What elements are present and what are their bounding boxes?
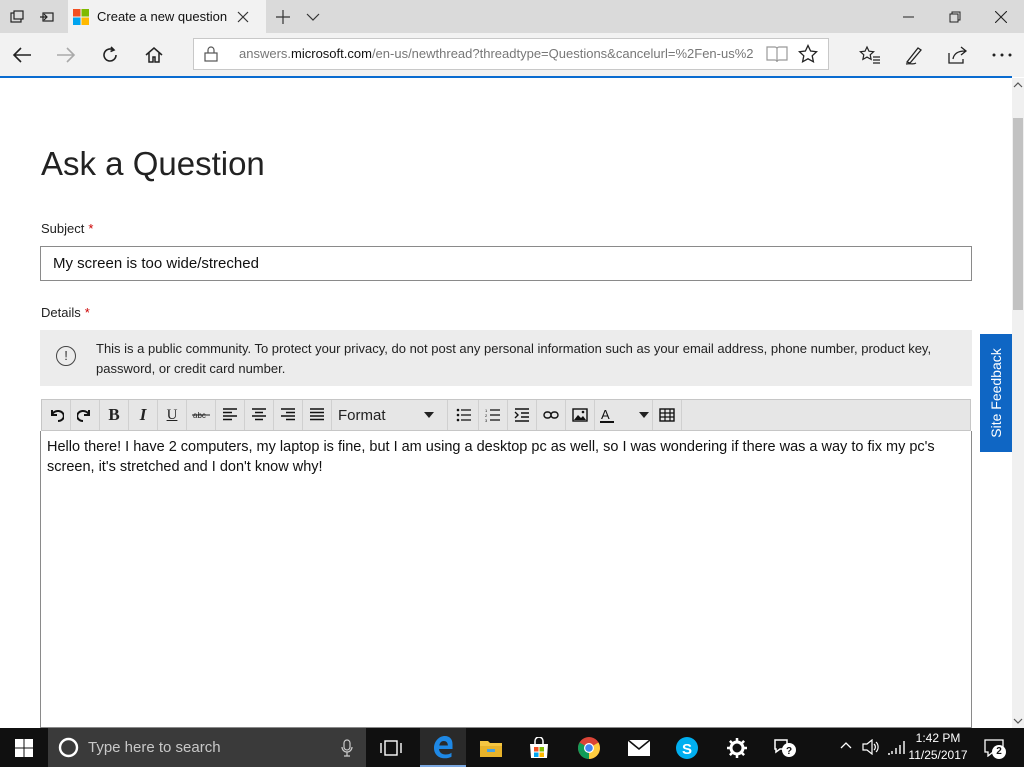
bullet-list-icon[interactable] [450, 400, 479, 430]
scroll-down-arrow-icon[interactable] [1013, 716, 1023, 726]
microsoft-logo-icon [73, 8, 89, 25]
close-tab-icon[interactable] [237, 11, 249, 23]
forward-arrow-icon[interactable] [44, 33, 88, 77]
privacy-notice: ! This is a public community. To protect… [40, 330, 972, 386]
new-tab-icon[interactable] [266, 0, 300, 33]
format-dropdown-label: Format [338, 406, 386, 424]
refresh-icon[interactable] [88, 33, 132, 77]
details-editor[interactable]: Hello there! I have 2 computers, my lapt… [40, 431, 972, 728]
mail-icon[interactable] [616, 728, 662, 767]
taskbar-clock[interactable]: 1:42 PM 11/25/2017 [900, 730, 976, 764]
more-options-icon[interactable] [980, 33, 1024, 77]
active-tab[interactable]: Create a new question c [68, 0, 266, 33]
microphone-icon[interactable] [341, 739, 353, 757]
numbered-list-icon[interactable]: 123 [479, 400, 508, 430]
minimize-icon[interactable] [886, 0, 932, 33]
tab-list-chevron-icon[interactable] [296, 0, 330, 33]
info-exclamation-icon: ! [56, 346, 76, 366]
scroll-thumb[interactable] [1013, 118, 1023, 310]
editor-text: Hello there! I have 2 computers, my lapt… [47, 439, 935, 475]
search-placeholder: Type here to search [88, 739, 221, 756]
volume-icon[interactable] [862, 739, 880, 755]
details-label: Details * [41, 305, 90, 320]
feedback-hub-icon[interactable]: ? [762, 728, 808, 767]
justify-icon[interactable] [303, 400, 332, 430]
edge-browser-icon[interactable] [420, 728, 466, 767]
settings-gear-icon[interactable] [714, 728, 760, 767]
subject-label: Subject * [41, 221, 94, 236]
taskbar-search-box[interactable]: Type here to search [48, 728, 366, 767]
restore-icon[interactable] [932, 0, 978, 33]
subject-input[interactable] [40, 246, 972, 281]
page-title: Ask a Question [41, 145, 265, 182]
privacy-notice-text: This is a public community. To protect y… [96, 341, 932, 376]
align-right-icon[interactable] [274, 400, 303, 430]
editor-toolbar: B I U abc Format 123 A [41, 399, 971, 431]
svg-text:S: S [682, 741, 692, 758]
site-feedback-button[interactable]: Site Feedback [980, 334, 1012, 452]
close-window-icon[interactable] [978, 0, 1024, 33]
scroll-up-arrow-icon[interactable] [1013, 80, 1023, 90]
format-dropdown[interactable]: Format [332, 400, 448, 430]
table-icon[interactable] [653, 400, 682, 430]
address-bar-accent-line [0, 76, 1012, 78]
windows-start-icon[interactable] [0, 728, 48, 767]
home-icon[interactable] [132, 33, 176, 77]
store-icon[interactable] [516, 728, 562, 767]
svg-text:3: 3 [485, 418, 488, 422]
dropdown-arrow-icon [424, 412, 434, 418]
clock-date: 11/25/2017 [908, 748, 968, 762]
align-left-icon[interactable] [216, 400, 245, 430]
reading-view-icon[interactable] [766, 45, 788, 63]
indent-icon[interactable] [508, 400, 537, 430]
task-view-icon[interactable] [368, 728, 414, 767]
tab-title: Create a new question c [97, 9, 227, 24]
file-explorer-icon[interactable] [468, 728, 514, 767]
image-icon[interactable] [566, 400, 595, 430]
svg-text:A: A [601, 407, 610, 422]
required-mark: * [88, 221, 94, 236]
notification-count-badge: 2 [992, 745, 1006, 759]
action-center-icon[interactable]: 2 [984, 739, 1006, 759]
chrome-icon[interactable] [566, 728, 612, 767]
site-feedback-label: Site Feedback [988, 348, 1004, 438]
tab-preview-icon[interactable] [0, 0, 34, 33]
clock-time: 1:42 PM [915, 731, 961, 745]
required-mark: * [84, 305, 90, 320]
bold-icon[interactable]: B [100, 400, 129, 430]
align-center-icon[interactable] [245, 400, 274, 430]
undo-icon[interactable] [42, 400, 71, 430]
strikethrough-icon[interactable]: abc [187, 400, 216, 430]
font-color-dropdown[interactable]: A [595, 400, 653, 430]
link-icon[interactable] [537, 400, 566, 430]
share-icon[interactable] [936, 33, 980, 77]
favorite-star-icon[interactable] [798, 44, 818, 64]
font-color-icon: A [599, 407, 615, 423]
svg-text:?: ? [786, 746, 792, 757]
skype-icon[interactable]: S [664, 728, 710, 767]
dropdown-arrow-icon [639, 412, 649, 418]
redo-icon[interactable] [71, 400, 100, 430]
url-text: answers.microsoft.com/en-us/newthread?th… [239, 46, 754, 61]
lock-icon [204, 46, 218, 62]
url-field[interactable]: answers.microsoft.com/en-us/newthread?th… [193, 38, 829, 70]
underline-icon[interactable]: U [158, 400, 187, 430]
show-hidden-icons-chevron-icon[interactable] [840, 741, 852, 749]
pen-notes-icon[interactable] [892, 33, 936, 77]
back-arrow-icon[interactable] [0, 33, 44, 77]
set-aside-tabs-icon[interactable] [30, 0, 64, 33]
cortana-circle-icon [58, 737, 79, 758]
italic-icon[interactable]: I [129, 400, 158, 430]
favorites-hub-icon[interactable] [848, 33, 892, 77]
